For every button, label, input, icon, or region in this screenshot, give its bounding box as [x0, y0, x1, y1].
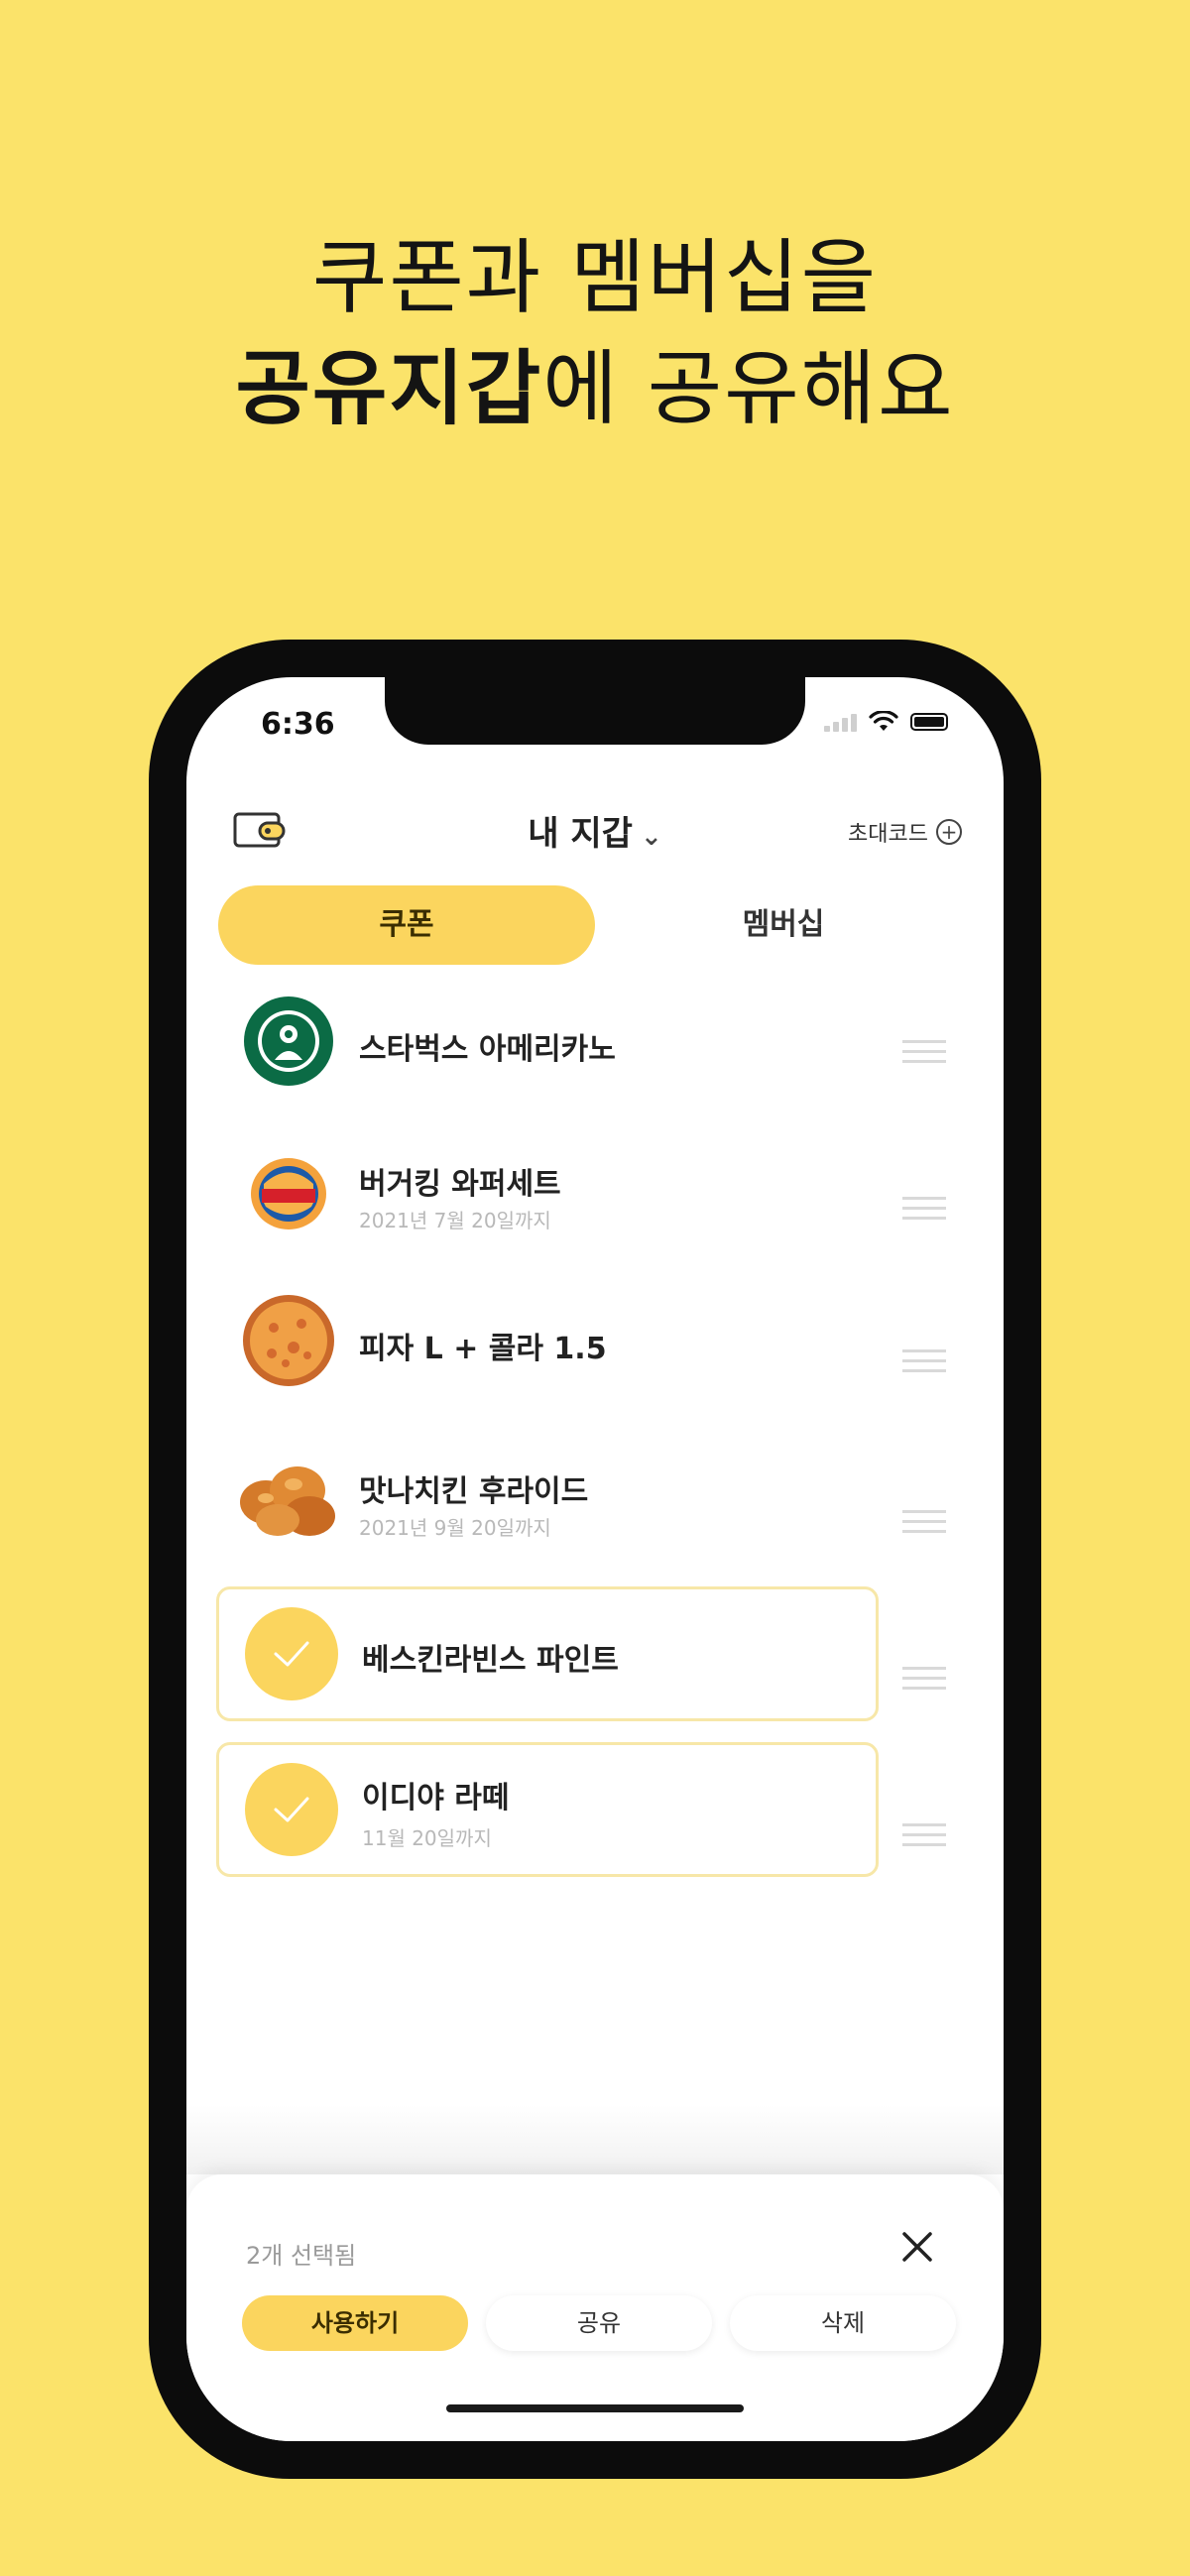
action-buttons: 사용하기 공유 삭제	[242, 2295, 956, 2351]
headline-line-2: 공유지갑에 공유해요	[0, 334, 1190, 445]
selection-sheet: 2개 선택됨 사용하기 공유 삭제	[186, 2174, 1004, 2441]
status-time: 6:36	[261, 707, 335, 742]
plus-circle-icon: +	[936, 819, 962, 845]
coupon-title: 피자 L + 콜라 1.5	[359, 1332, 607, 1366]
close-icon[interactable]	[894, 2224, 940, 2270]
coupon-title: 맛나치킨 후라이드	[359, 1474, 589, 1509]
tab-bar: 쿠폰 멤버십	[218, 885, 972, 965]
share-button[interactable]: 공유	[486, 2295, 712, 2351]
drag-handle-icon[interactable]	[902, 1197, 946, 1225]
drag-handle-icon[interactable]	[902, 1510, 946, 1538]
coupon-title: 이디야 라떼	[362, 1781, 510, 1815]
wallet-title-text: 내 지갑	[528, 814, 633, 854]
phone-frame: 6:36 내 지갑 ⌄ 초대코드 + 쿠폰 멤버십 스타벅스 아메리카노 버거킹…	[149, 640, 1041, 2479]
drag-handle-icon[interactable]	[902, 1349, 946, 1377]
coupon-title: 베스킨라빈스 파인트	[362, 1643, 619, 1678]
coupon-expiry: 2021년 7월 20일까지	[359, 1209, 551, 1232]
status-icons	[824, 711, 948, 733]
chicken-image	[240, 1466, 335, 1536]
home-indicator	[446, 2404, 744, 2412]
list-item[interactable]: 맛나치킨 후라이드 2021년 9월 20일까지	[216, 1431, 879, 1566]
burgerking-logo	[251, 1158, 326, 1229]
coupon-title: 스타벅스 아메리카노	[359, 1032, 616, 1067]
list-item[interactable]: 스타벅스 아메리카노	[216, 975, 879, 1110]
coupon-title: 버거킹 와퍼세트	[359, 1167, 561, 1202]
wifi-icon	[869, 711, 898, 731]
headline-line-1: 쿠폰과 멤버십을	[311, 231, 879, 325]
chevron-down-icon: ⌄	[640, 822, 662, 852]
list-item[interactable]: 피자 L + 콜라 1.5	[216, 1278, 879, 1413]
headline: 쿠폰과 멤버십을 공유지갑에 공유해요	[0, 223, 1190, 445]
check-icon	[245, 1763, 338, 1856]
delete-button[interactable]: 삭제	[730, 2295, 956, 2351]
notch	[385, 677, 805, 745]
drag-handle-icon[interactable]	[902, 1667, 946, 1695]
headline-rest-text: 에 공유해요	[542, 342, 955, 436]
tab-membership[interactable]: 멤버십	[595, 885, 972, 965]
list-item-selected[interactable]: 베스킨라빈스 파인트	[216, 1586, 879, 1721]
list-item-selected[interactable]: 이디야 라떼 11월 20일까지	[216, 1742, 879, 1877]
invite-label: 초대코드	[848, 822, 928, 847]
app-header: 내 지갑 ⌄ 초대코드 +	[186, 796, 1004, 866]
coupon-expiry: 2021년 9월 20일까지	[359, 1516, 551, 1540]
use-button[interactable]: 사용하기	[242, 2295, 468, 2351]
drag-handle-icon[interactable]	[902, 1823, 946, 1851]
pizza-image	[243, 1295, 334, 1386]
coupon-expiry: 11월 20일까지	[362, 1826, 492, 1850]
invite-code-button[interactable]: 초대코드 +	[848, 816, 962, 848]
starbucks-logo	[244, 996, 333, 1086]
battery-icon	[910, 713, 948, 731]
tab-coupon[interactable]: 쿠폰	[218, 885, 595, 965]
signal-icon	[824, 712, 857, 732]
check-icon	[245, 1607, 338, 1700]
selected-count: 2개 선택됨	[246, 2242, 357, 2270]
headline-bold-text: 공유지갑	[235, 342, 543, 436]
sheet-fade	[186, 2105, 1004, 2174]
list-item[interactable]: 버거킹 와퍼세트 2021년 7월 20일까지	[216, 1123, 879, 1258]
phone-screen: 6:36 내 지갑 ⌄ 초대코드 + 쿠폰 멤버십 스타벅스 아메리카노 버거킹…	[186, 677, 1004, 2441]
drag-handle-icon[interactable]	[902, 1040, 946, 1068]
